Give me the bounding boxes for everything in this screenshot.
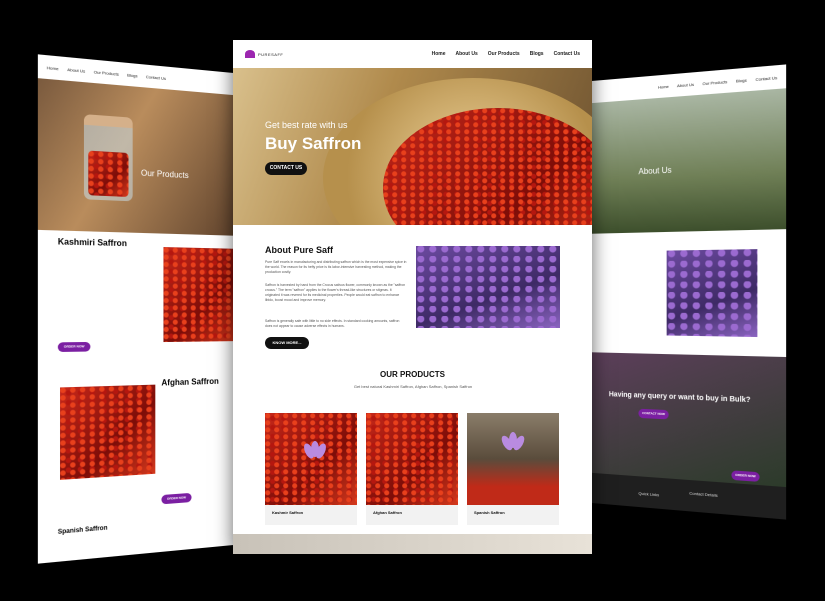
left-text-line — [58, 258, 153, 265]
contact-us-button[interactable]: CONTACT US — [265, 162, 307, 175]
saffron-flower-image — [163, 247, 238, 342]
right-nav-home[interactable]: Home — [658, 83, 669, 89]
hero-subtitle: Get best rate with us — [265, 120, 348, 130]
left-nav-blogs[interactable]: Blogs — [127, 72, 137, 78]
left-order-button-2[interactable]: ORDER NOW — [161, 493, 191, 505]
footer-quick-links[interactable]: Quick Links — [638, 491, 659, 498]
product-card-kashmir[interactable]: Kashmir Saffron — [265, 413, 357, 525]
right-order-button[interactable]: ORDER NOW — [731, 470, 759, 482]
center-page-mockup: PURESAFF Home About Us Our Products Blog… — [233, 40, 592, 554]
right-nav-blogs[interactable]: Blogs — [736, 77, 747, 83]
left-page-mockup: Home About Us Our Products Blogs Contact… — [38, 54, 244, 563]
left-nav-about[interactable]: About Us — [67, 66, 85, 73]
right-hero: About Us — [580, 88, 786, 234]
crocus-flower-icon — [503, 435, 523, 459]
afghan-saffron-image — [60, 385, 155, 480]
jar-saffron-fill — [88, 151, 128, 197]
nav-links: Home About Us Our Products Blogs Contact… — [432, 51, 580, 57]
nav-products[interactable]: Our Products — [488, 51, 520, 57]
saffron-jar-image — [84, 114, 133, 201]
about-title: About Pure Saff — [265, 245, 333, 255]
products-subtitle: Get best natural Kashmiri Saffron, Afgha… — [353, 384, 473, 390]
hero-title: Buy Saffron — [265, 134, 361, 154]
left-nav-home[interactable]: Home — [47, 64, 59, 70]
footer-contact-details[interactable]: Contact Details — [689, 490, 717, 497]
main-nav: PURESAFF Home About Us Our Products Blog… — [233, 40, 592, 68]
right-nav-products[interactable]: Our Products — [702, 78, 727, 85]
left-nav-contact[interactable]: Contact Us — [146, 73, 166, 80]
left-nav-products[interactable]: Our Products — [94, 69, 119, 77]
lavender-basket-image — [667, 249, 758, 337]
left-text-line — [58, 266, 153, 273]
right-nav-about[interactable]: About Us — [677, 81, 694, 88]
left-text-line — [58, 251, 153, 258]
nav-blogs[interactable]: Blogs — [530, 51, 544, 57]
nav-about[interactable]: About Us — [456, 51, 478, 57]
nav-contact[interactable]: Contact Us — [554, 51, 580, 57]
about-paragraph-3: Saffron is generally safe with little to… — [265, 319, 407, 329]
bulk-query-band — [580, 352, 786, 487]
product-label: Kashmir Saffron — [265, 505, 357, 520]
right-page-mockup: Home About Us Our Products Blogs Contact… — [580, 64, 786, 519]
products-title: OUR PRODUCTS — [233, 370, 592, 379]
bottom-strip — [233, 534, 592, 554]
about-paragraph-1: Pure Saff excels in manufacturing and di… — [265, 260, 407, 275]
product-image — [366, 413, 458, 505]
about-paragraph-2: Saffron is harvested by hand from the Cr… — [265, 283, 407, 303]
left-hero: Our Products — [38, 78, 244, 236]
nav-home[interactable]: Home — [432, 51, 446, 57]
right-nav-contact[interactable]: Contact Us — [755, 74, 777, 81]
lotus-logo-icon — [245, 50, 255, 58]
product-label: Afghan Saffron — [366, 505, 458, 520]
left-section3-title: Spanish Saffron — [58, 525, 108, 536]
product-label: Spanish Saffron — [467, 505, 559, 520]
left-section2-title: Afghan Saffron — [161, 377, 218, 388]
know-more-button[interactable]: KNOW MORE... — [265, 337, 309, 349]
left-hero-title: Our Products — [141, 168, 189, 180]
sorting-saffron-image — [416, 246, 560, 328]
product-card-afghan[interactable]: Afghan Saffron — [366, 413, 458, 525]
logo[interactable]: PURESAFF — [245, 50, 283, 58]
contact-now-button[interactable]: CONTACT NOW — [638, 409, 668, 420]
left-order-button-1[interactable]: ORDER NOW — [58, 342, 91, 352]
product-card-spanish[interactable]: Spanish Saffron — [467, 413, 559, 525]
product-image — [467, 413, 559, 505]
product-image — [265, 413, 357, 505]
hero-banner: Get best rate with us Buy Saffron CONTAC… — [233, 68, 592, 225]
logo-text: PURESAFF — [258, 52, 283, 57]
right-hero-title: About Us — [638, 165, 671, 176]
crocus-flower-icon — [305, 443, 325, 467]
